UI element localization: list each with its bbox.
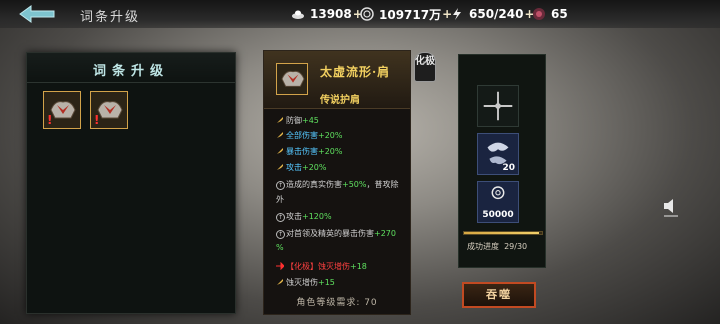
special-attribute-continuation: % [276, 243, 284, 252]
item-name: 太虚流形·肩 [320, 65, 391, 79]
resource-jade-value: 109717万 [379, 7, 442, 22]
set-bonus-row: 【化极】蚀灭增伤+18 [276, 261, 406, 272]
page-title: 词条升级 [80, 10, 141, 25]
special-attribute-row: ↑ 攻击+120% [276, 212, 332, 222]
special-circle-icon: ↑ [276, 213, 285, 222]
special-circle-icon: ↑ [276, 181, 285, 190]
top-bar: 词条升级 13908 + 109717万 + 650/240 + 65 [0, 0, 720, 28]
attribute-row: 全部伤害+20% [276, 130, 406, 141]
warning-mark: ! [47, 113, 53, 127]
resource-jade: 109717万 + [360, 6, 452, 22]
special-attribute-continuation: 外 [276, 195, 284, 204]
red-arrow-icon [276, 262, 284, 270]
item-quality: 传说护肩 [320, 95, 360, 106]
warning-mark: ! [94, 113, 100, 127]
resource-gems-value: 65 [551, 7, 568, 21]
success-progress-bar [463, 231, 543, 235]
level-requirement: 角色等级需求: 70 [296, 298, 378, 308]
resource-stamina-value: 650/240 [469, 7, 524, 21]
attribute-row: 攻击+20% [276, 162, 406, 173]
volume-icon[interactable] [660, 195, 682, 217]
coin-cost-slot: 50000 [477, 181, 519, 223]
attribute-row: 防御+45 [276, 115, 406, 126]
empty-material-slot[interactable] [477, 85, 519, 127]
success-progress-label: 成功进度 29/30 [467, 242, 528, 251]
plus-cross-icon [483, 91, 513, 121]
upgrade-item-list-panel: 词条升级 ! ! [26, 52, 236, 314]
panel-left-header: 词条升级 [27, 53, 235, 83]
key-icon [277, 117, 283, 123]
special-circle-icon: ↑ [276, 230, 285, 239]
key-icon [277, 279, 283, 285]
panel-left-title: 词条升级 [92, 64, 169, 79]
coin-cost-value: 50000 [482, 210, 514, 220]
upgrade-materials-panel: 20 50000 成功进度 29/30 [458, 54, 546, 268]
extra-attribute-row: 蚀灭增伤+15 [276, 277, 406, 288]
item-detail-header: 太虚流形·肩 传说护肩 [264, 51, 410, 109]
material-slot[interactable]: 20 [477, 133, 519, 175]
coin-ring-icon [360, 7, 374, 21]
success-progress-fill [464, 232, 540, 234]
lightning-icon [453, 8, 461, 20]
resource-gems: 65 [532, 6, 568, 22]
attribute-row: 暴击伤害+20% [276, 146, 406, 157]
key-icon [277, 132, 283, 138]
resource-stamina: 650/240 + [450, 6, 535, 22]
material-count: 20 [502, 163, 515, 173]
key-icon [277, 164, 283, 170]
item-detail-panel: 太虚流形·肩 传说护肩 防御+45 全部伤害+20% 暴击伤害+20% 攻击+2… [263, 50, 411, 315]
ingot-icon [292, 10, 304, 19]
special-attribute-row: ↑ 对首领及精英的暴击伤害+270 [276, 229, 396, 239]
devour-button[interactable]: 吞噬 [462, 282, 536, 308]
resource-coins: 13908 + [291, 6, 363, 22]
item-slot[interactable]: ! [90, 91, 128, 129]
shoulder-armor-icon [97, 101, 123, 119]
key-icon [277, 148, 283, 154]
grade-badge: 化极 [414, 52, 436, 82]
item-slot[interactable]: ! [43, 91, 81, 129]
coin-icon [491, 186, 505, 200]
shoulder-armor-icon [281, 70, 305, 87]
resource-coins-value: 13908 [310, 7, 352, 21]
shoulder-armor-icon [50, 101, 76, 119]
item-icon [276, 63, 308, 95]
special-attribute-row: ↑ 造成的真实伤害+50%，普攻除 [276, 180, 399, 190]
back-arrow-icon [19, 5, 55, 23]
gem-icon [533, 8, 545, 20]
back-button[interactable] [14, 3, 58, 25]
